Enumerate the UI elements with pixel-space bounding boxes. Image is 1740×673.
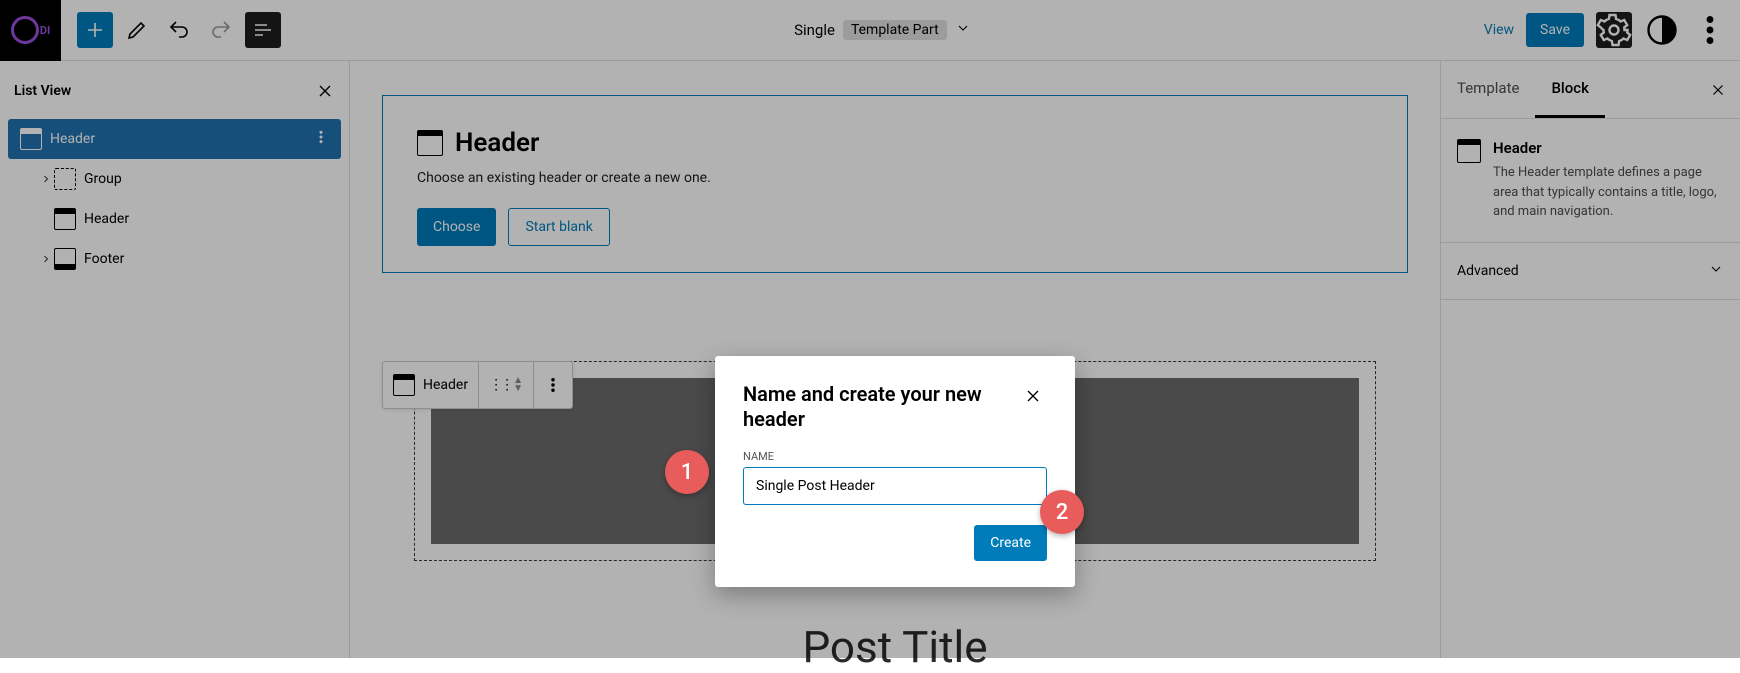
name-field-label: NAME: [743, 450, 1047, 463]
name-input[interactable]: [743, 467, 1047, 505]
create-button[interactable]: Create: [974, 525, 1047, 561]
annotation-badge-1: 1: [665, 450, 709, 494]
modal-title: Name and create your new header: [743, 382, 993, 432]
annotation-badge-2: 2: [1040, 490, 1084, 534]
close-icon[interactable]: [1019, 382, 1047, 414]
create-header-modal: Name and create your new header NAME Cre…: [715, 356, 1075, 587]
